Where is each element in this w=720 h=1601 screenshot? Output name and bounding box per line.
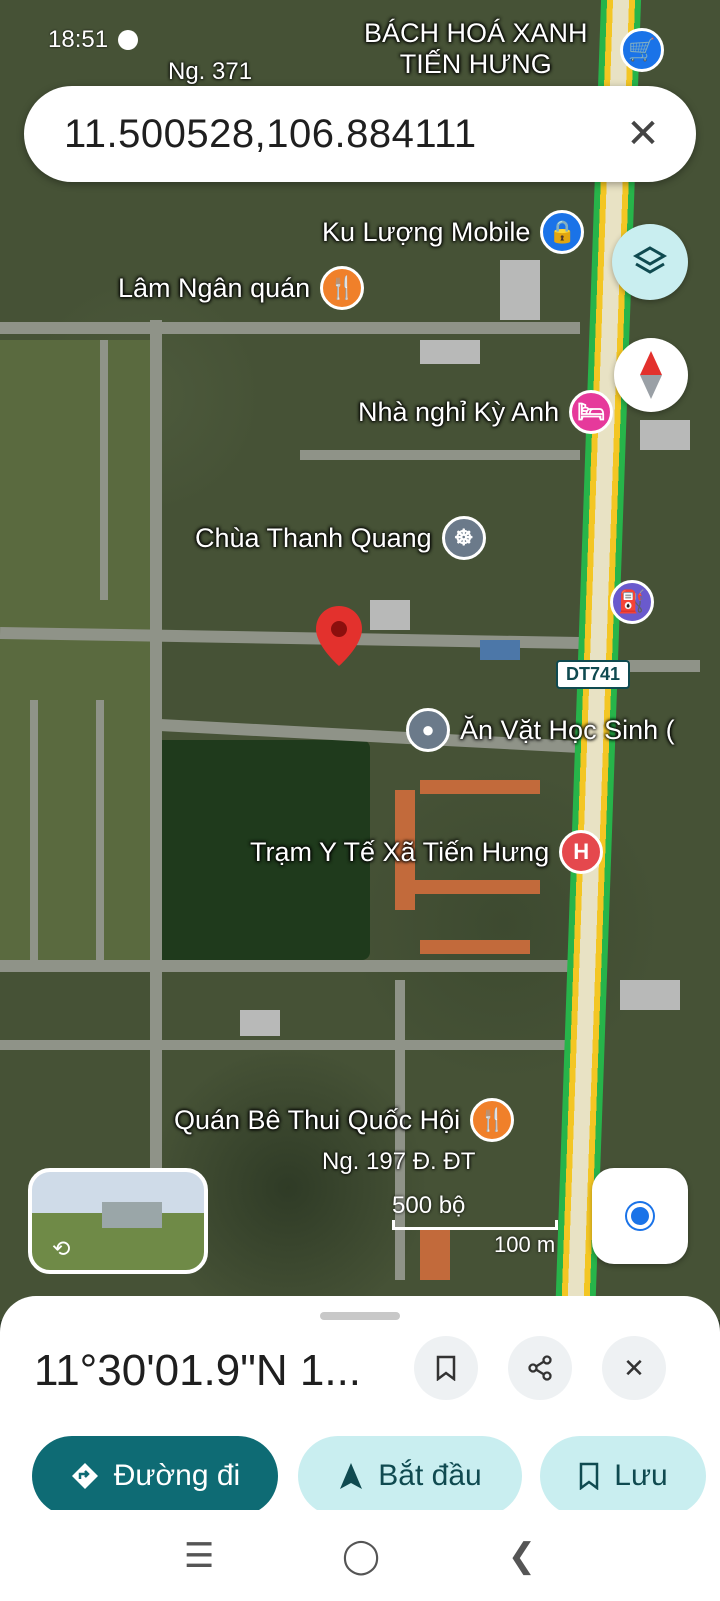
road-label-ng371: Ng. 371 xyxy=(168,58,253,85)
poi-label: Nhà nghỉ Kỳ Anh xyxy=(358,396,560,427)
poi-label: Trạm Y Tế Xã Tiến Hưng xyxy=(250,836,550,867)
poi-label: Quán Bê Thui Quốc Hội xyxy=(174,1104,461,1135)
poi-label: TIẾN HƯNG xyxy=(399,49,552,79)
road-label-ng197: Ng. 197 Đ. ĐT xyxy=(322,1148,476,1175)
poi-quan-be-thui[interactable]: Quán Bê Thui Quốc Hội 🍴 xyxy=(174,1098,515,1142)
poi-label: Ku Lượng Mobile xyxy=(322,216,531,247)
home-icon[interactable]: ◯ xyxy=(342,1536,380,1576)
hotel-icon: 🛏 xyxy=(569,390,614,434)
hospital-icon: H xyxy=(559,830,604,874)
poi-label: Ăn Vặt Học Sinh ( xyxy=(460,714,675,745)
directions-label: Đường đi xyxy=(113,1459,241,1492)
gas-station-icon[interactable]: ⛽ xyxy=(610,580,654,624)
compass-button[interactable] xyxy=(614,338,688,412)
search-bar[interactable]: 11.500528,106.884111 ✕ xyxy=(24,86,696,182)
compass-icon xyxy=(640,351,662,399)
shopping-bag-icon: 🔒 xyxy=(540,210,585,254)
start-button[interactable]: Bắt đầu xyxy=(298,1436,522,1516)
directions-button[interactable]: Đường đi xyxy=(32,1436,278,1516)
drag-handle[interactable] xyxy=(320,1312,400,1320)
temple-icon: ☸ xyxy=(441,516,486,560)
street-view-thumbnail[interactable]: ⟲ xyxy=(28,1168,208,1274)
save-label: Lưu xyxy=(614,1459,668,1492)
poi-nha-nghi-ky-anh[interactable]: Nhà nghỉ Kỳ Anh 🛏 xyxy=(358,390,614,434)
close-icon[interactable]: ✕ xyxy=(618,111,668,157)
poi-tram-y-te[interactable]: Trạm Y Tế Xã Tiến Hưng H xyxy=(250,830,604,874)
bookmark-icon xyxy=(580,1462,599,1490)
close-icon: ✕ xyxy=(623,1352,645,1383)
start-label: Bắt đầu xyxy=(378,1459,482,1492)
poi-lam-ngan-quan[interactable]: Lâm Ngân quán 🍴 xyxy=(118,266,365,310)
my-location-button[interactable] xyxy=(592,1168,688,1264)
poi-chua-thanh-quang[interactable]: Chùa Thanh Quang ☸ xyxy=(195,516,486,560)
poi-label: BÁCH HOÁ XANH xyxy=(364,18,588,48)
layers-icon xyxy=(632,246,668,274)
share-icon xyxy=(528,1355,552,1381)
road-label-dt741: DT741 xyxy=(556,660,631,689)
status-bar: 18:51 xyxy=(48,26,139,54)
share-button[interactable] xyxy=(508,1336,572,1400)
map-view[interactable]: Ng. 371 DT741 Ng. 197 Đ. ĐT BÁCH HOÁ XAN… xyxy=(0,0,720,1320)
restaurant-icon: 🍴 xyxy=(470,1098,515,1142)
bookmark-button[interactable] xyxy=(414,1336,478,1400)
poi-ku-luong-mobile[interactable]: Ku Lượng Mobile 🔒 xyxy=(322,210,585,254)
restaurant-icon: 🍴 xyxy=(320,266,365,310)
rotate-360-icon: ⟲ xyxy=(52,1236,71,1261)
place-icon: ● xyxy=(406,708,450,752)
poi-label: Lâm Ngân quán xyxy=(118,272,311,303)
directions-icon xyxy=(71,1463,98,1489)
place-title: 11°30'01.9"N 1... xyxy=(34,1346,362,1395)
scale-meters: 100 m xyxy=(494,1232,556,1257)
back-icon[interactable]: ❮ xyxy=(508,1536,537,1576)
recent-apps-icon[interactable]: ☰ xyxy=(184,1536,214,1576)
scale-feet: 500 bộ xyxy=(392,1192,466,1219)
facebook-icon xyxy=(118,30,139,50)
poi-bach-hoa-xanh[interactable]: BÁCH HOÁ XANH TIẾN HƯNG xyxy=(364,18,588,80)
search-input[interactable]: 11.500528,106.884111 xyxy=(64,112,618,157)
location-pin-icon[interactable] xyxy=(313,604,365,668)
bookmark-icon xyxy=(436,1355,456,1381)
navigation-arrow-icon xyxy=(340,1463,363,1489)
poi-an-vat-hoc-sinh[interactable]: ● Ăn Vặt Học Sinh ( xyxy=(406,708,675,752)
layers-button[interactable] xyxy=(612,224,688,300)
close-sheet-button[interactable]: ✕ xyxy=(602,1336,666,1400)
system-nav-bar: ☰ ◯ ❮ xyxy=(0,1510,720,1601)
status-time: 18:51 xyxy=(48,26,109,53)
shopping-icon[interactable]: 🛒 xyxy=(620,28,664,72)
my-location-icon xyxy=(627,1203,653,1229)
scale-bar xyxy=(392,1220,558,1230)
poi-label: Chùa Thanh Quang xyxy=(195,522,432,553)
street-view-building xyxy=(102,1202,162,1228)
save-button[interactable]: Lưu xyxy=(540,1436,706,1516)
